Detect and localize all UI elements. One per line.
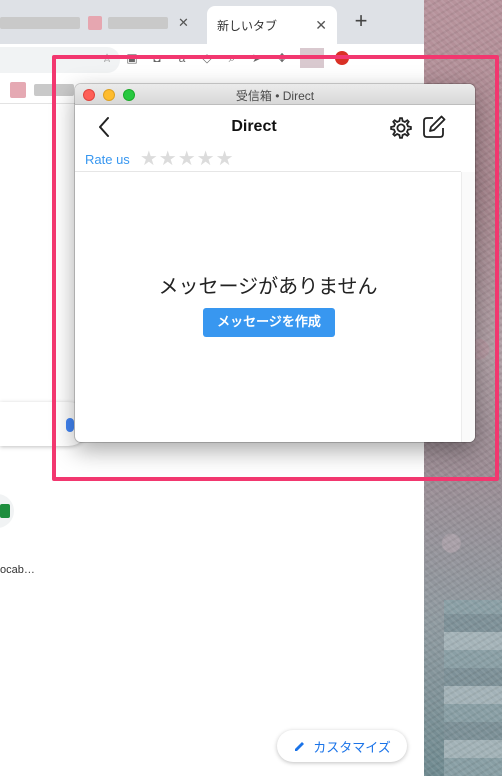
tab-inactive[interactable]: ✕: [88, 10, 189, 36]
pixelated-area: [444, 600, 502, 776]
highlight-annotation: [52, 55, 499, 481]
tab-close-icon[interactable]: ✕: [315, 17, 327, 34]
customize-label: カスタマイズ: [313, 739, 391, 755]
customize-button[interactable]: カスタマイズ: [277, 730, 407, 762]
tab-title: 新しいタブ: [217, 18, 278, 33]
tab-inactive[interactable]: [0, 10, 80, 36]
tab-close-icon[interactable]: ✕: [178, 15, 189, 31]
pencil-icon: [295, 742, 305, 751]
tab-new-tab[interactable]: 新しいタブ ✕: [207, 6, 337, 44]
tab-strip: ✕ 新しいタブ ✕ +: [0, 0, 424, 44]
new-tab-button[interactable]: +: [350, 10, 372, 34]
shortcut-tile[interactable]: [0, 494, 14, 528]
shortcut-label: ocab…: [0, 564, 35, 576]
